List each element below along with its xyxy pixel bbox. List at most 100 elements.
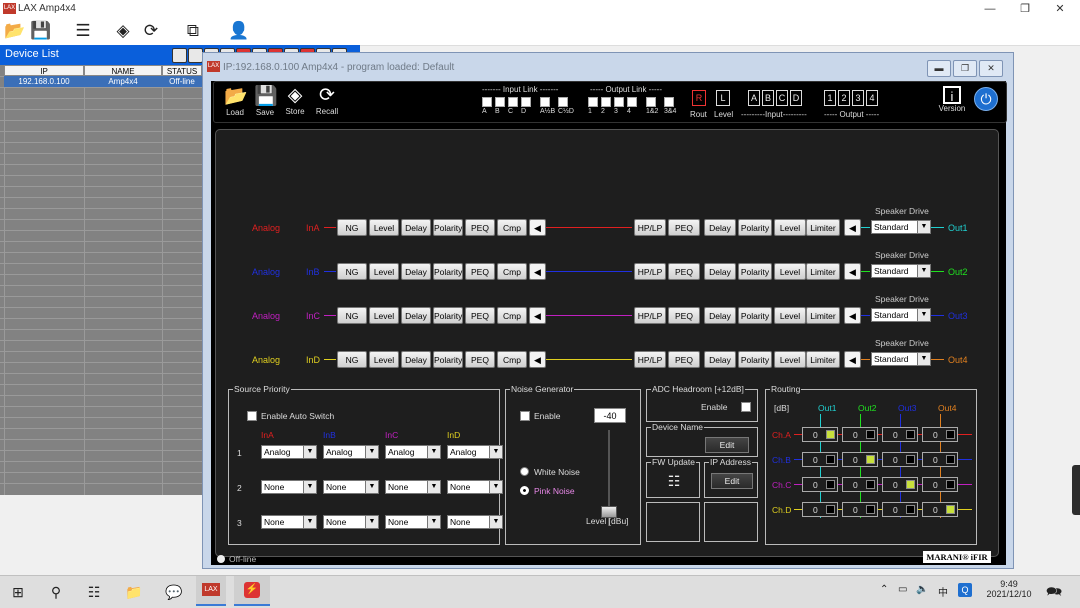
output-link-checkbox[interactable] [646,97,656,107]
input-mute-icon[interactable]: ◀ [529,307,546,324]
output-dsp-block-button[interactable]: Delay [704,307,736,324]
column-header-status[interactable]: STATUS [162,65,202,76]
source-priority-select[interactable]: None ▼ [323,480,379,494]
noise-level-input[interactable]: -40 [594,408,626,423]
output-select-button[interactable]: 1 [824,90,836,106]
output-dsp-block-button[interactable]: Delay [704,351,736,368]
routing-cell[interactable]: 0 [882,427,918,442]
output-dsp-block-button[interactable]: Level [774,219,806,236]
power-icon[interactable]: ⏻ [974,87,998,111]
routing-cell[interactable]: 0 [802,452,838,467]
store-button[interactable]: ◈ Store [283,84,307,116]
output-dsp-block-button[interactable]: PEQ [668,219,700,236]
output-link-checkbox[interactable] [614,97,624,107]
output-select-button[interactable]: 2 [838,90,850,106]
search-icon[interactable]: ⚲ [46,582,66,602]
output-dsp-block-button[interactable]: Level [774,263,806,280]
clock[interactable]: 9:49 2021/12/10 [982,579,1036,599]
input-mute-icon[interactable]: ◀ [529,219,546,236]
recall-button[interactable]: ⟳ Recall [314,84,340,116]
input-select-button[interactable]: C [776,90,788,106]
input-link-checkbox[interactable] [495,97,505,107]
window-close-button[interactable]: ✕ [979,60,1003,77]
user-settings-icon[interactable]: 👤 [228,20,250,42]
routing-checkbox[interactable] [826,430,835,439]
rout-r-button[interactable]: R [692,90,706,106]
routing-checkbox[interactable] [826,480,835,489]
output-dsp-block-button[interactable]: Limiter [806,263,840,280]
output-dsp-block-button[interactable]: Limiter [806,307,840,324]
routing-checkbox[interactable] [946,505,955,514]
input-dsp-block-button[interactable]: Level [369,307,399,324]
routing-checkbox[interactable] [906,430,915,439]
input-dsp-block-button[interactable]: Polarity [433,307,463,324]
output-dsp-block-button[interactable]: HP/LP [634,219,666,236]
save-button[interactable]: 💾 Save [254,84,278,117]
input-dsp-block-button[interactable]: Delay [401,263,431,280]
app-taskbar-button[interactable]: ⚡ [234,576,270,606]
input-select-button[interactable]: A [748,90,760,106]
source-priority-select[interactable]: Analog ▼ [385,445,441,459]
network-icon[interactable]: ◈ [112,20,134,42]
routing-cell[interactable]: 0 [922,452,958,467]
input-dsp-block-button[interactable]: Level [369,219,399,236]
routing-checkbox[interactable] [906,480,915,489]
input-dsp-block-button[interactable]: Cmp [497,219,527,236]
routing-checkbox[interactable] [946,480,955,489]
source-priority-select[interactable]: Analog ▼ [447,445,503,459]
input-dsp-block-button[interactable]: Level [369,351,399,368]
minimize-button[interactable]: — [975,1,1005,17]
routing-checkbox[interactable] [866,455,875,464]
output-dsp-block-button[interactable]: Polarity [738,351,772,368]
output-mute-icon[interactable]: ◀ [844,351,861,368]
input-dsp-block-button[interactable]: Cmp [497,351,527,368]
speaker-drive-select[interactable]: Standard ▼ [871,220,931,234]
volume-icon[interactable]: 🔈 [916,584,928,595]
refresh-icon[interactable]: ⟳ [140,20,162,42]
source-priority-select[interactable]: Analog ▼ [261,445,317,459]
battery-icon[interactable]: ▭ [898,584,907,595]
output-link-checkbox[interactable] [664,97,674,107]
input-dsp-block-button[interactable]: Delay [401,351,431,368]
output-link-checkbox[interactable] [588,97,598,107]
output-dsp-block-button[interactable]: Limiter [806,219,840,236]
wechat-icon[interactable]: 💬 [164,582,184,602]
auto-switch-checkbox[interactable] [247,411,257,421]
maximize-button[interactable]: ❐ [1010,1,1040,17]
input-dsp-block-button[interactable]: Level [369,263,399,280]
input-dsp-block-button[interactable]: Cmp [497,307,527,324]
load-button[interactable]: 📂 Load [224,84,248,117]
input-link-checkbox[interactable] [540,97,550,107]
output-dsp-block-button[interactable]: Limiter [806,351,840,368]
ime-indicator[interactable]: 中 [938,584,948,599]
routing-checkbox[interactable] [826,505,835,514]
input-dsp-block-button[interactable]: PEQ [465,307,495,324]
file-explorer-icon[interactable]: 📁 [124,582,144,602]
output-dsp-block-button[interactable]: Level [774,351,806,368]
pink-noise-radio[interactable] [520,486,529,495]
ip-address-edit-button[interactable]: Edit [711,473,753,489]
routing-checkbox[interactable] [826,455,835,464]
output-dsp-block-button[interactable]: HP/LP [634,351,666,368]
app-tray-icon[interactable]: Q [958,583,972,597]
input-dsp-block-button[interactable]: PEQ [465,351,495,368]
add-device-icon[interactable]: ☰ [72,20,94,42]
lax-app-taskbar-button[interactable]: LAX [196,576,226,606]
window-restore-button[interactable]: ❐ [953,60,977,77]
source-priority-select[interactable]: Analog ▼ [323,445,379,459]
column-header-name[interactable]: NAME [84,65,162,76]
input-dsp-block-button[interactable]: Polarity [433,263,463,280]
output-dsp-block-button[interactable]: PEQ [668,263,700,280]
input-dsp-block-button[interactable]: Delay [401,219,431,236]
routing-checkbox[interactable] [906,455,915,464]
source-priority-select[interactable]: None ▼ [323,515,379,529]
input-dsp-block-button[interactable]: PEQ [465,219,495,236]
output-mute-icon[interactable]: ◀ [844,263,861,280]
task-view-icon[interactable]: ☷ [84,582,104,602]
white-noise-radio[interactable] [520,467,529,476]
routing-cell[interactable]: 0 [922,427,958,442]
routing-cell[interactable]: 0 [842,452,878,467]
routing-cell[interactable]: 0 [802,427,838,442]
input-dsp-block-button[interactable]: Cmp [497,263,527,280]
routing-checkbox[interactable] [946,430,955,439]
